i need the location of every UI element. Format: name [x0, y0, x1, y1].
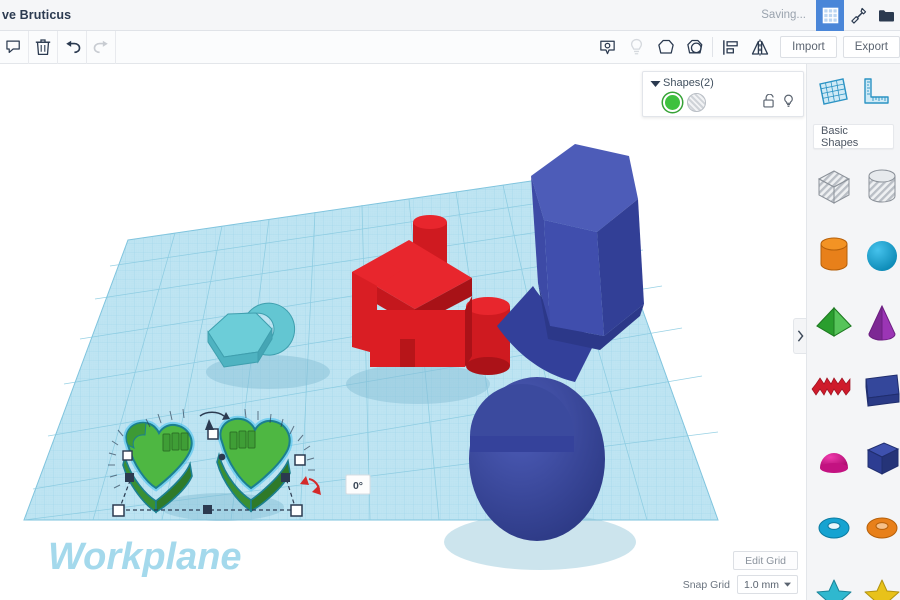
shape-torus-blue[interactable]: [811, 498, 857, 555]
chevron-down-icon: [784, 582, 791, 587]
toolbar-divider: [712, 37, 713, 57]
shape-box-hole[interactable]: [811, 158, 857, 215]
copy-icon[interactable]: [0, 31, 29, 64]
workplane-watermark: Workplane: [48, 536, 242, 578]
snap-grid-select[interactable]: 1.0 mm: [737, 575, 798, 594]
hammer-icon[interactable]: [844, 0, 872, 31]
import-button[interactable]: Import: [780, 36, 837, 58]
shape-pyramid[interactable]: [811, 294, 857, 351]
group-icon[interactable]: [651, 31, 680, 64]
shapes-panel-body: Shapes(2): [663, 77, 797, 112]
corner-handle-tl: [125, 473, 134, 482]
blue-hex-prism[interactable]: [531, 144, 644, 350]
corner-handle-br: [291, 505, 302, 516]
shape-roof[interactable]: [859, 362, 900, 419]
right-handle: [295, 455, 305, 465]
center-point: [219, 454, 226, 461]
shapes-panel-controls: [663, 93, 797, 112]
main-toolbar: Import Export: [0, 31, 900, 64]
shape-star-blue[interactable]: [811, 566, 857, 600]
top-bar-right-group: Saving...: [761, 0, 900, 31]
chevron-down-icon[interactable]: [647, 77, 663, 88]
sidebar-collapse-button[interactable]: [793, 318, 806, 354]
chevron-right-icon: [797, 330, 804, 342]
save-status: Saving...: [761, 9, 816, 21]
unlock-icon[interactable]: [763, 94, 774, 111]
redo-icon[interactable]: [87, 31, 116, 64]
shape-box[interactable]: [859, 430, 900, 487]
align-icon[interactable]: [716, 31, 745, 64]
top-bar: ve Bruticus Saving...: [0, 0, 900, 31]
toolbar-left-group: [0, 31, 116, 64]
hole-swatch[interactable]: [687, 93, 706, 112]
shape-star-yellow[interactable]: [859, 566, 900, 600]
shapes-panel-title: Shapes(2): [663, 77, 797, 90]
ungroup-icon[interactable]: [680, 31, 709, 64]
shape-cylinder[interactable]: [811, 226, 857, 283]
shape-cylinder-hole[interactable]: [859, 158, 900, 215]
grid-controls-group: Edit Grid Snap Grid 1.0 mm: [683, 551, 798, 594]
lightbulb-icon[interactable]: [622, 31, 651, 64]
resize-handle: [123, 451, 132, 460]
export-button[interactable]: Export: [843, 36, 900, 58]
shape-thumbnail-grid: [807, 158, 900, 600]
toolbar-right-group: Import Export: [593, 31, 900, 64]
edit-grid-button[interactable]: Edit Grid: [733, 551, 798, 570]
ruler-icon[interactable]: [857, 76, 891, 111]
trash-icon[interactable]: [29, 31, 58, 64]
corner-handle-bl: [113, 505, 124, 516]
mirror-icon[interactable]: [745, 31, 774, 64]
shapes-panel-icon-group: [763, 94, 797, 111]
top-handle: [208, 429, 218, 439]
snap-grid-value: 1.0 mm: [744, 579, 779, 591]
shape-category-select[interactable]: Basic Shapes: [813, 124, 894, 149]
shape-text[interactable]: [811, 362, 857, 419]
shape-torus-orange[interactable]: [859, 498, 900, 555]
snap-grid-row: Snap Grid 1.0 mm: [683, 575, 798, 594]
workplane-icon[interactable]: [593, 31, 622, 64]
svg-text:0°: 0°: [353, 480, 363, 492]
grid-icon[interactable]: [816, 0, 844, 31]
red-cylinder[interactable]: [466, 297, 510, 375]
canvas-3d-viewport[interactable]: Workplane: [0, 64, 806, 600]
edge-handle-bottom: [203, 505, 212, 514]
corner-handle-tr: [281, 473, 290, 482]
shape-cone[interactable]: [859, 294, 900, 351]
shapes-sidebar[interactable]: Basic Shapes: [806, 64, 900, 600]
shape-category-label: Basic Shapes: [821, 125, 886, 149]
document-title[interactable]: ve Bruticus: [0, 8, 71, 22]
solid-swatch[interactable]: [663, 93, 682, 112]
shape-dome[interactable]: [811, 430, 857, 487]
grid-view-icon[interactable]: [816, 76, 850, 111]
lightbulb-icon[interactable]: [783, 94, 794, 111]
shapes-inspector-panel[interactable]: Shapes(2): [642, 71, 804, 117]
undo-icon[interactable]: [58, 31, 87, 64]
shape-sphere[interactable]: [859, 226, 900, 283]
rotation-angle-badge: 0°: [346, 475, 370, 494]
sidebar-top-icons: [807, 64, 900, 122]
folder-icon[interactable]: [872, 0, 900, 31]
snap-grid-label: Snap Grid: [683, 579, 730, 591]
